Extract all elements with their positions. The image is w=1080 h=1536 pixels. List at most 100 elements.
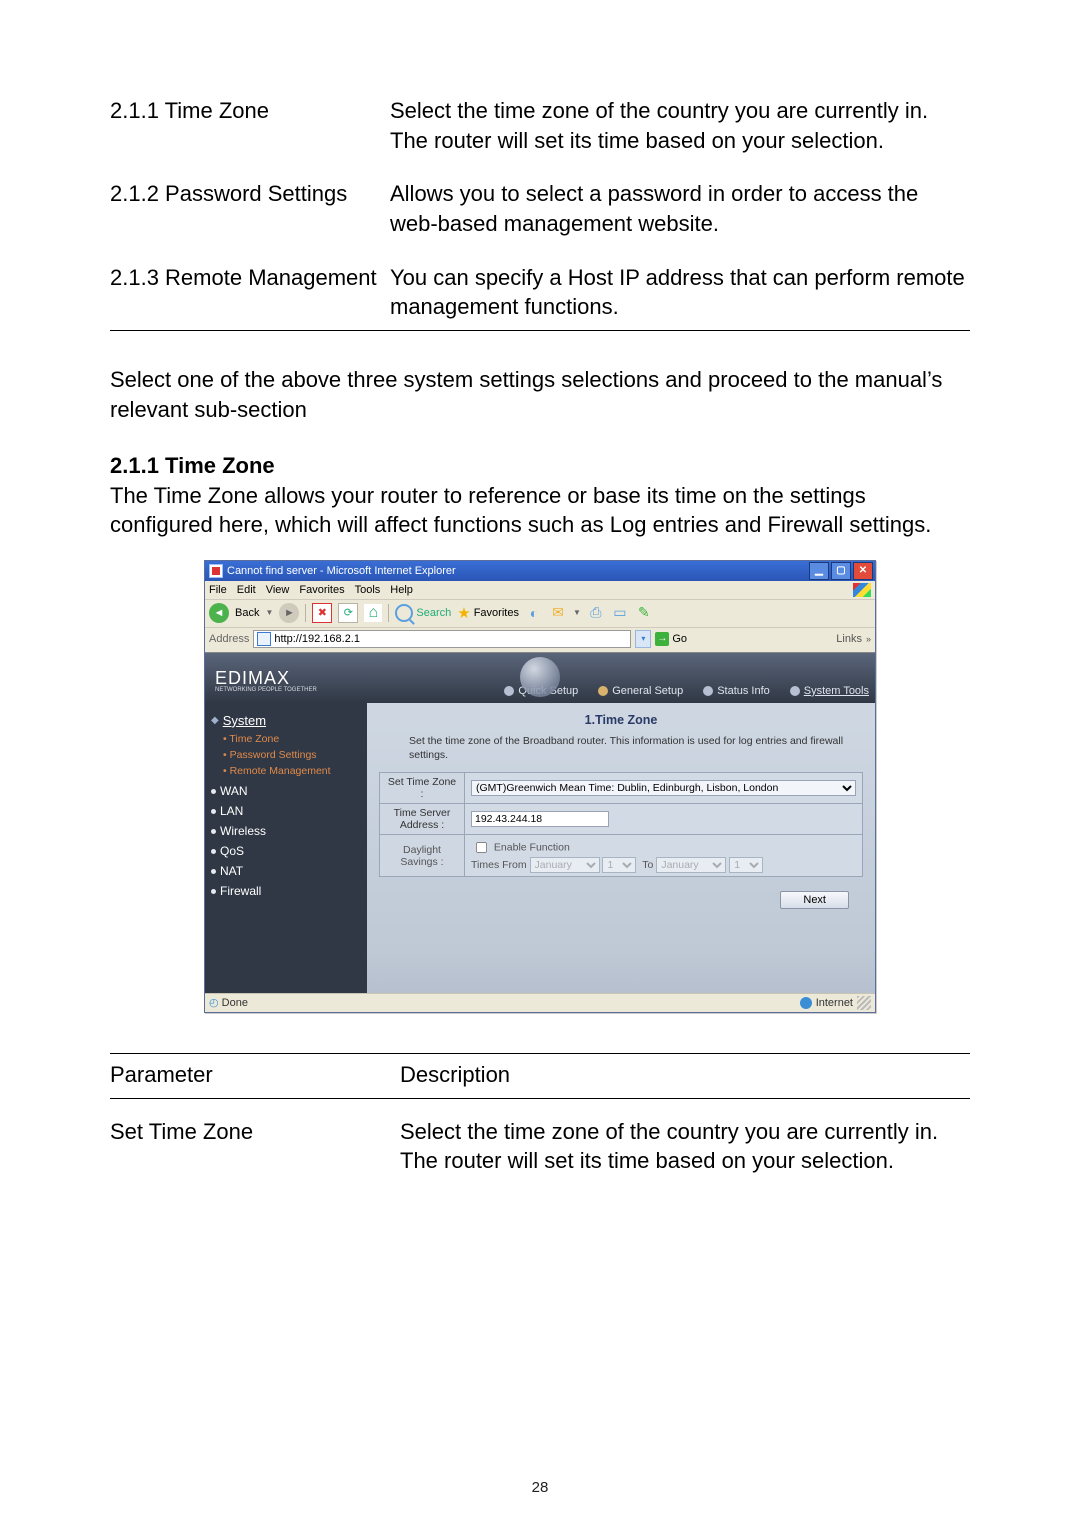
ds-from-day[interactable]: 1 — [602, 857, 636, 873]
globe-graphic — [520, 657, 560, 697]
tab-dot-icon — [504, 686, 514, 696]
ie-menubar: File Edit View Favorites Tools Help — [205, 581, 875, 600]
home-icon[interactable]: ⌂ — [364, 604, 382, 622]
sidebar-item[interactable]: Firewall — [211, 884, 361, 898]
sidebar-subitem[interactable]: • Password Settings — [211, 748, 361, 762]
panel-description: Set the time zone of the Broadband route… — [409, 735, 853, 762]
go-button[interactable]: → Go — [655, 632, 687, 646]
menu-item[interactable]: Edit — [237, 584, 256, 596]
back-label: Back — [235, 607, 259, 619]
param-desc: Select the time zone of the country you … — [400, 1098, 970, 1236]
menu-item[interactable]: File — [209, 584, 227, 596]
ie-app-icon — [209, 564, 223, 578]
router-header: EDIMAX NETWORKING PEOPLE TOGETHER Quick … — [205, 653, 875, 703]
address-input[interactable]: http://192.168.2.1 — [253, 630, 631, 648]
close-button[interactable]: ✕ — [853, 562, 873, 580]
header-tab[interactable]: General Setup — [598, 685, 683, 697]
ie-address-bar: Address http://192.168.2.1 ▾ → Go Links … — [205, 628, 875, 653]
definitions-table: 2.1.1 Time ZoneSelect the time zone of t… — [110, 90, 970, 331]
menu-item[interactable]: Favorites — [299, 584, 344, 596]
sidebar-item[interactable]: QoS — [211, 844, 361, 858]
resize-grip — [857, 996, 871, 1010]
address-dropdown[interactable]: ▾ — [635, 630, 651, 648]
def-desc: Allows you to select a password in order… — [390, 173, 970, 256]
favorites-button[interactable]: ★ Favorites — [457, 604, 519, 622]
bullet-icon — [211, 829, 216, 834]
time-server-input[interactable] — [471, 811, 609, 827]
page-number: 28 — [0, 1479, 1080, 1496]
print-icon[interactable]: ⎙ — [587, 604, 605, 622]
bullet-icon — [211, 849, 216, 854]
bullet-icon — [211, 869, 216, 874]
status-left-text: Done — [222, 997, 248, 1009]
sidebar-item-system[interactable]: ◆ System — [211, 713, 361, 728]
links-label: Links — [836, 633, 862, 645]
router-sidebar: ◆ System • Time Zone • Password Settings •… — [205, 703, 367, 993]
ds-from-month[interactable]: January — [530, 857, 600, 873]
ds-to-month[interactable]: January — [656, 857, 726, 873]
discuss-icon[interactable]: ✎ — [635, 604, 653, 622]
sidebar-subitem[interactable]: • Time Zone — [211, 732, 361, 746]
tz-label: Set Time Zone : — [380, 773, 465, 804]
panel-title: 1.Time Zone — [379, 713, 863, 727]
tab-dot-icon — [598, 686, 608, 696]
sidebar-item[interactable]: Wireless — [211, 824, 361, 838]
tz-value-cell: (GMT)Greenwich Mean Time: Dublin, Edinbu… — [465, 773, 863, 804]
ds-to-day[interactable]: 1 — [729, 857, 763, 873]
sidebar-subitem[interactable]: • Remote Management — [211, 764, 361, 778]
sidebar-item[interactable]: NAT — [211, 864, 361, 878]
next-button[interactable]: Next — [780, 891, 849, 909]
def-desc: You can specify a Host IP address that c… — [390, 257, 970, 331]
stop-icon[interactable]: ✖ — [312, 603, 332, 623]
ds-to-label: To — [642, 859, 653, 871]
ie-window: Cannot find server - Microsoft Internet … — [204, 560, 876, 1013]
ds-enable-checkbox[interactable] — [476, 842, 487, 853]
history-icon[interactable]: ✉ — [549, 604, 567, 622]
maximize-button[interactable]: ▢ — [831, 562, 851, 580]
search-icon — [395, 604, 413, 622]
param-name: Set Time Zone — [110, 1098, 400, 1236]
ie-title-text: Cannot find server - Microsoft Internet … — [227, 565, 456, 577]
search-button[interactable]: Search — [395, 604, 451, 622]
search-label: Search — [416, 607, 451, 619]
address-text: http://192.168.2.1 — [274, 633, 360, 645]
router-main-panel: 1.Time Zone Set the time zone of the Bro… — [367, 703, 875, 993]
edimax-logo: EDIMAX NETWORKING PEOPLE TOGETHER — [215, 669, 317, 693]
def-param: 2.1.1 Time Zone — [110, 90, 390, 173]
tab-dot-icon — [790, 686, 800, 696]
edit-icon[interactable]: ▭ — [611, 604, 629, 622]
section-body: The Time Zone allows your router to refe… — [110, 481, 970, 540]
timezone-form: Set Time Zone : (GMT)Greenwich Mean Time… — [379, 772, 863, 877]
header-tab[interactable]: Status Info — [703, 685, 770, 697]
def-param: 2.1.3 Remote Management — [110, 257, 390, 331]
bullet-icon — [211, 889, 216, 894]
tz-select[interactable]: (GMT)Greenwich Mean Time: Dublin, Edinbu… — [471, 780, 856, 796]
ie-titlebar: Cannot find server - Microsoft Internet … — [205, 561, 875, 581]
header-tab[interactable]: System Tools — [790, 685, 869, 697]
sidebar-item[interactable]: WAN — [211, 784, 361, 798]
status-right-text: Internet — [816, 997, 853, 1009]
ts-label: Time Server Address : — [380, 804, 465, 835]
ds-from-label: Times From — [471, 859, 527, 871]
ie-toolbar: ◄ Back ▼ ► ✖ ⟳ ⌂ Search ★ Favorites ◐ ✉ … — [205, 600, 875, 628]
links-button[interactable]: Links » — [836, 633, 871, 645]
windows-flag-icon — [853, 583, 871, 597]
page-icon — [257, 632, 271, 646]
menu-item[interactable]: Help — [390, 584, 413, 596]
forward-button[interactable]: ► — [279, 603, 299, 623]
minimize-button[interactable]: ▁ — [809, 562, 829, 580]
refresh-icon[interactable]: ⟳ — [338, 603, 358, 623]
desc-header: Description — [400, 1053, 970, 1098]
parameter-table: Parameter Description Set Time ZoneSelec… — [110, 1053, 970, 1236]
ds-enable-text: Enable Function — [494, 841, 570, 853]
media-icon[interactable]: ◐ — [525, 604, 543, 622]
sidebar-item[interactable]: LAN — [211, 804, 361, 818]
menu-item[interactable]: View — [266, 584, 290, 596]
menu-item[interactable]: Tools — [355, 584, 381, 596]
go-label: Go — [672, 633, 687, 645]
ie-statusbar: ◴ Done Internet — [205, 993, 875, 1012]
def-desc: Select the time zone of the country you … — [390, 90, 970, 173]
go-icon: → — [655, 632, 669, 646]
back-button[interactable]: ◄ — [209, 603, 229, 623]
bullet-icon — [211, 809, 216, 814]
